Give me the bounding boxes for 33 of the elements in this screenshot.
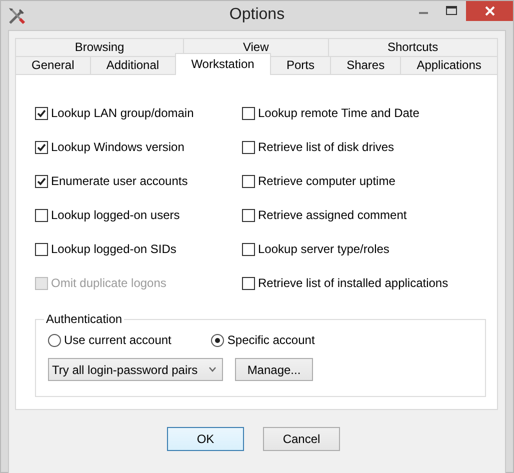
window-title: Options [229, 6, 285, 23]
chevron-icon [209, 367, 216, 372]
radio-indicator[interactable] [48, 334, 61, 346]
checkbox[interactable]: Lookup Windows version [35, 140, 184, 154]
checkbox[interactable]: Retrieve list of installed applications [242, 276, 448, 290]
tab[interactable]: Shortcuts [328, 38, 498, 56]
tab[interactable]: Workstation [174, 53, 271, 75]
group-title: Authentication [45, 312, 124, 326]
checkbox[interactable]: Lookup server type/roles [242, 242, 390, 256]
manage-button[interactable]: Manage... [235, 358, 313, 381]
tools-icon [7, 6, 27, 26]
radio-indicator[interactable] [211, 334, 224, 346]
checkbox[interactable]: Lookup LAN group/domain [35, 106, 194, 120]
tab[interactable]: Applications [400, 56, 498, 74]
tab[interactable]: Browsing [15, 38, 184, 56]
checkbox[interactable]: Lookup logged-on SIDs [35, 242, 176, 256]
close-icon [484, 6, 494, 16]
checkbox[interactable]: Retrieve list of disk drives [242, 140, 394, 154]
checkmark-icon [37, 142, 46, 152]
checkbox[interactable]: Lookup remote Time and Date [242, 106, 420, 120]
close-button[interactable] [466, 1, 513, 21]
radio-button[interactable]: Specific account [211, 333, 315, 347]
checkmark-icon [37, 108, 46, 118]
radio-button[interactable]: Use current account [48, 333, 172, 347]
dialog-button[interactable]: Cancel [263, 427, 340, 451]
dropdown[interactable]: Try all login-password pairs [48, 358, 223, 381]
dialog-button[interactable]: OK [167, 427, 244, 451]
checkbox[interactable]: Retrieve assigned comment [242, 208, 407, 222]
checkbox[interactable]: Lookup logged-on users [35, 208, 180, 222]
checkbox[interactable]: Enumerate user accounts [35, 174, 188, 188]
checkbox[interactable]: Retrieve computer uptime [242, 174, 396, 188]
checkmark-icon [37, 176, 46, 186]
tab[interactable]: General [15, 56, 91, 74]
